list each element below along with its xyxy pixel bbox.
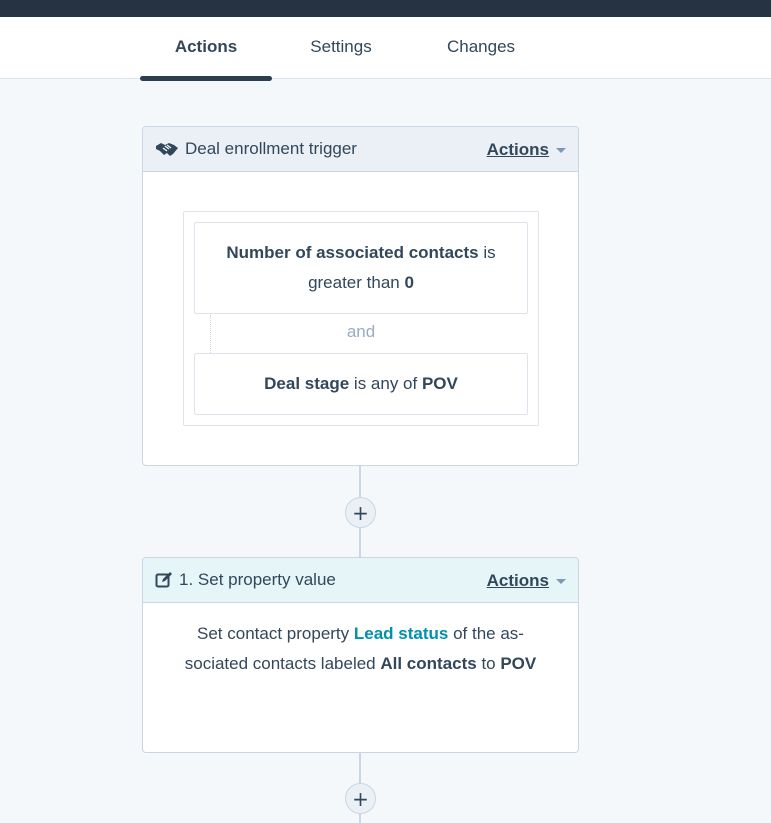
- filter-joiner: and: [346, 322, 376, 341]
- filter-condition[interactable]: Deal stage is any of POV: [194, 353, 528, 415]
- trigger-actions-dropdown[interactable]: Actions: [487, 127, 566, 172]
- add-action-button[interactable]: +: [345, 497, 376, 528]
- add-action-button[interactable]: +: [345, 783, 376, 814]
- association-label: All contacts: [380, 654, 477, 673]
- tab-actions[interactable]: Actions: [140, 17, 272, 81]
- active-tab-indicator: [140, 76, 272, 81]
- edit-icon: [155, 571, 173, 589]
- tab-changes-label: Changes: [446, 37, 516, 56]
- filter-operator: is any of: [349, 374, 422, 393]
- set-property-action-card[interactable]: 1. Set property value Actions Set contac…: [142, 557, 579, 753]
- handshake-icon: [155, 140, 179, 158]
- top-navigation-bar: [0, 0, 771, 17]
- property-value: POV: [500, 654, 537, 673]
- filter-property: Number of associated contacts: [226, 243, 479, 262]
- action-description: Set contact property Lead status of the …: [143, 619, 578, 679]
- tab-settings[interactable]: Settings: [290, 17, 392, 79]
- filter-group: Number of associated contacts is greater…: [183, 211, 539, 426]
- filter-text: Number of associated contacts is greater…: [215, 238, 507, 298]
- tab-changes[interactable]: Changes: [428, 17, 534, 79]
- filter-condition[interactable]: Number of associated contacts is greater…: [194, 222, 528, 314]
- filter-value: POV: [421, 374, 458, 393]
- action-actions-label: Actions: [486, 570, 549, 590]
- trigger-actions-label: Actions: [486, 139, 549, 159]
- trigger-card-header: Deal enrollment trigger Actions: [143, 127, 578, 172]
- trigger-title: Deal enrollment trigger: [185, 139, 357, 158]
- action-text: Set contact property: [197, 624, 354, 643]
- tab-actions-label: Actions: [174, 37, 238, 56]
- lead-status-link[interactable]: Lead status: [354, 624, 448, 643]
- action-text: to: [476, 654, 501, 673]
- filter-property: Deal stage: [264, 374, 350, 393]
- filter-value: 0: [404, 273, 414, 292]
- action-card-header: 1. Set property value Actions: [143, 558, 578, 603]
- caret-down-icon: [556, 147, 566, 153]
- tab-bar: Actions Settings Changes: [0, 17, 771, 81]
- action-actions-dropdown[interactable]: Actions: [487, 558, 566, 603]
- tab-settings-label: Settings: [310, 37, 372, 56]
- caret-down-icon: [556, 578, 566, 584]
- filter-text: Deal stage is any of POV: [264, 369, 458, 399]
- action-title: 1. Set property value: [179, 570, 336, 589]
- enrollment-trigger-card[interactable]: Deal enrollment trigger Actions Number o…: [142, 126, 579, 466]
